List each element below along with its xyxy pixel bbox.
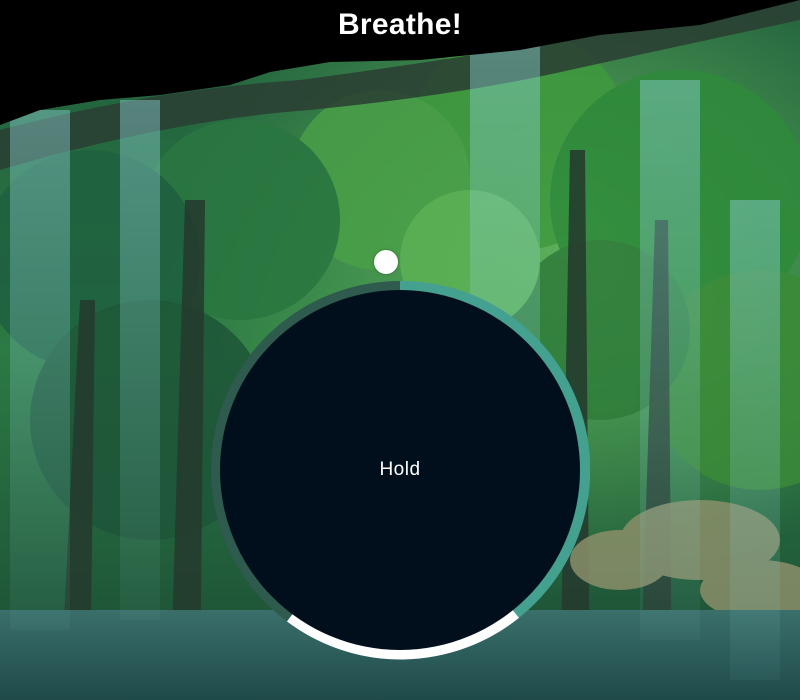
page-title: Breathe! (337, 8, 463, 41)
dot-icon (374, 250, 398, 274)
breathing-widget: Hold (210, 250, 590, 680)
app-stage: Breathe! Hold (0, 0, 800, 700)
phase-text: Hold (379, 459, 421, 480)
breath-circle: Hold (220, 290, 580, 650)
pointer-container (374, 250, 398, 274)
